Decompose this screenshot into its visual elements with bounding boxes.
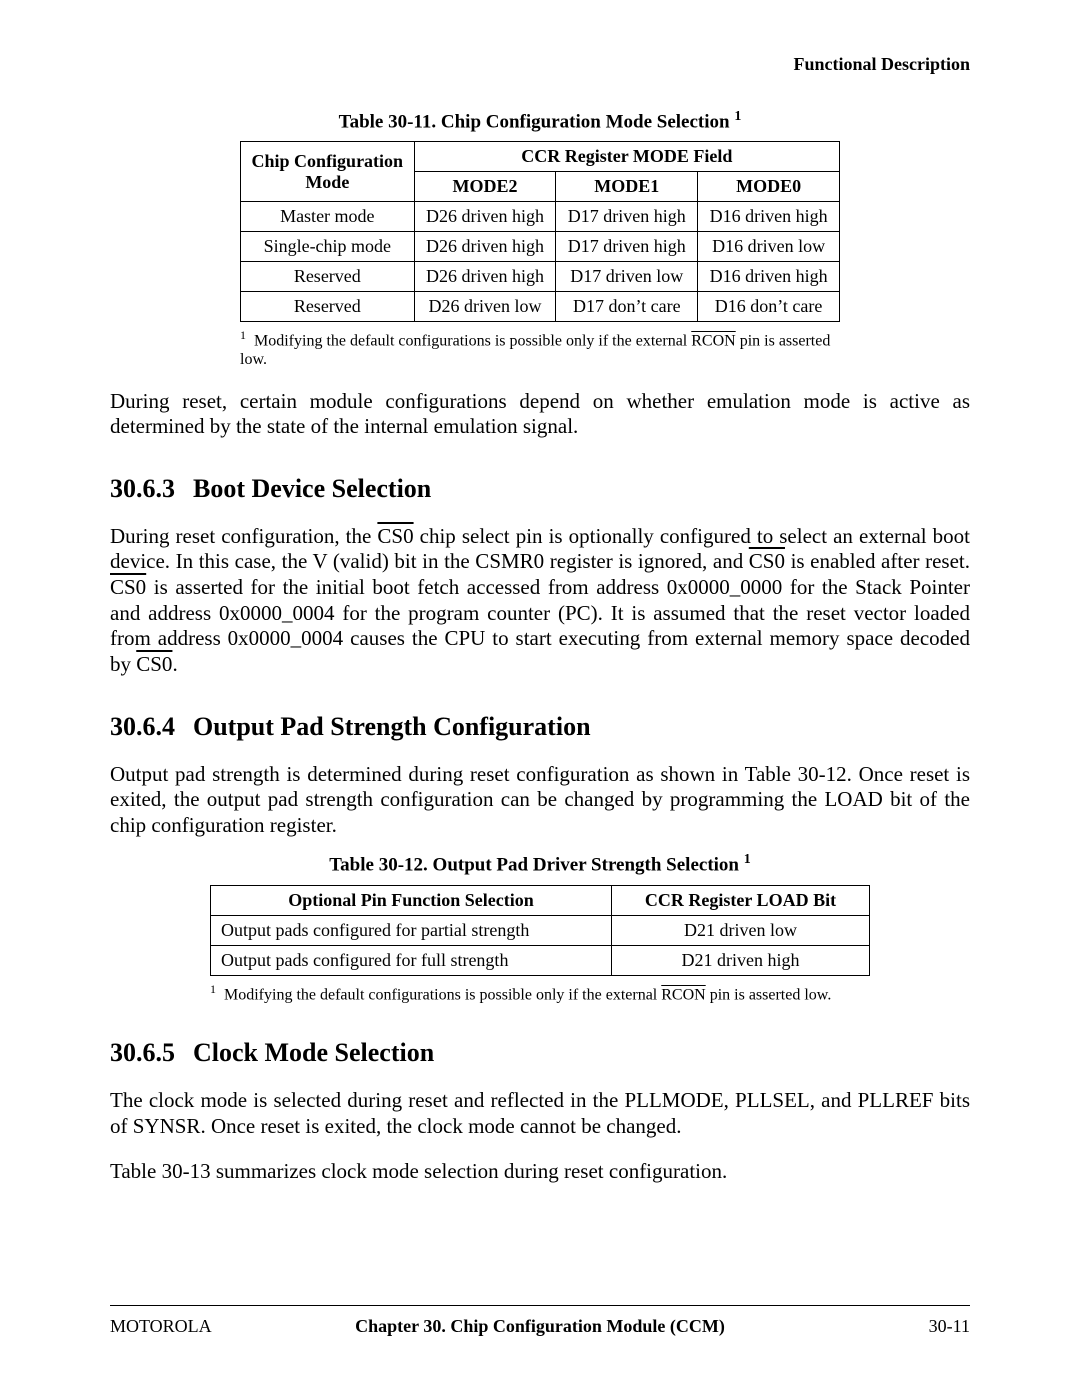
table-row: Reserved D26 driven high D17 driven low … bbox=[241, 262, 840, 292]
table1-caption-sup: 1 bbox=[734, 109, 741, 124]
signal-cs0: CS0 bbox=[110, 575, 146, 599]
table1-h-mode: Chip Configuration Mode bbox=[241, 142, 415, 202]
paragraph: During reset configuration, the CS0 chip… bbox=[110, 524, 970, 678]
para-text: . bbox=[172, 652, 177, 676]
table1-cell: D16 driven low bbox=[698, 232, 840, 262]
para-text: During reset configuration, the bbox=[110, 524, 377, 548]
table1-cell: D16 don’t care bbox=[698, 292, 840, 322]
table1-cell: D17 driven high bbox=[556, 202, 698, 232]
table2-cell: Output pads configured for full strength bbox=[211, 945, 612, 975]
table2-h1: Optional Pin Function Selection bbox=[211, 885, 612, 915]
section-number: 30.6.4 bbox=[110, 712, 175, 742]
table2: Optional Pin Function Selection CCR Regi… bbox=[210, 885, 870, 976]
paragraph: During reset, certain module configurati… bbox=[110, 389, 970, 440]
table1: Chip Configuration Mode CCR Register MOD… bbox=[240, 141, 840, 322]
page: Functional Description Table 30-11. Chip… bbox=[0, 0, 1080, 1397]
table2-h2: CCR Register LOAD Bit bbox=[612, 885, 870, 915]
table2-footnote: 1 Modifying the default configurations i… bbox=[210, 982, 870, 1004]
table-row: Output pads configured for partial stren… bbox=[211, 915, 870, 945]
section-heading: 30.6.4 Output Pad Strength Configuration bbox=[110, 712, 970, 742]
footnote-signal: RCON bbox=[661, 986, 705, 1003]
table1-cell: D17 don’t care bbox=[556, 292, 698, 322]
footnote-signal: RCON bbox=[691, 333, 735, 350]
table-row: Chip Configuration Mode CCR Register MOD… bbox=[241, 142, 840, 172]
table1-h-sub1: MODE1 bbox=[556, 172, 698, 202]
table1-caption: Table 30-11. Chip Configuration Mode Sel… bbox=[110, 109, 970, 133]
section-title: Output Pad Strength Configuration bbox=[193, 712, 591, 741]
table1-h-sub0: MODE2 bbox=[414, 172, 556, 202]
footnote-text: Modifying the default configurations is … bbox=[224, 986, 661, 1003]
signal-cs0: CS0 bbox=[136, 652, 172, 676]
table1-cell: D26 driven high bbox=[414, 202, 556, 232]
table1-cell: D26 driven high bbox=[414, 262, 556, 292]
table2-caption: Table 30-12. Output Pad Driver Strength … bbox=[110, 852, 970, 876]
section-title: Clock Mode Selection bbox=[193, 1038, 434, 1067]
para-text: is enabled after reset. bbox=[785, 549, 970, 573]
table2-cell: D21 driven high bbox=[612, 945, 870, 975]
table1-cell: Master mode bbox=[241, 202, 415, 232]
paragraph: Table 30-13 summarizes clock mode select… bbox=[110, 1159, 970, 1185]
paragraph: The clock mode is selected during reset … bbox=[110, 1088, 970, 1139]
table2-cell: D21 driven low bbox=[612, 915, 870, 945]
table1-cell: D17 driven low bbox=[556, 262, 698, 292]
signal-cs0: CS0 bbox=[377, 524, 413, 548]
table2-cell: Output pads configured for partial stren… bbox=[211, 915, 612, 945]
table2-caption-text: Table 30-12. Output Pad Driver Strength … bbox=[329, 855, 744, 876]
table1-cell: D17 driven high bbox=[556, 232, 698, 262]
table1-cell: D16 driven high bbox=[698, 262, 840, 292]
page-footer: MOTOROLA Chapter 30. Chip Configuration … bbox=[110, 1305, 970, 1337]
paragraph: Output pad strength is determined during… bbox=[110, 762, 970, 839]
table1-footnote: 1 Modifying the default configurations i… bbox=[240, 328, 840, 368]
footnote-text: pin is asserted low. bbox=[706, 986, 832, 1003]
para-text: is asserted for the initial boot fetch a… bbox=[110, 575, 970, 676]
table1-cell: Reserved bbox=[241, 292, 415, 322]
footer-left: MOTOROLA bbox=[110, 1316, 250, 1337]
section-number: 30.6.5 bbox=[110, 1038, 175, 1068]
section-title: Boot Device Selection bbox=[193, 474, 431, 503]
running-header: Functional Description bbox=[110, 54, 970, 75]
section-heading: 30.6.3 Boot Device Selection bbox=[110, 474, 970, 504]
table-row: Master mode D26 driven high D17 driven h… bbox=[241, 202, 840, 232]
footer-right: 30-11 bbox=[830, 1316, 970, 1337]
table1-h-ccr: CCR Register MODE Field bbox=[414, 142, 839, 172]
table-row: Output pads configured for full strength… bbox=[211, 945, 870, 975]
table1-cell: Single-chip mode bbox=[241, 232, 415, 262]
table-row: Single-chip mode D26 driven high D17 dri… bbox=[241, 232, 840, 262]
table1-cell: D26 driven high bbox=[414, 232, 556, 262]
table1-cell: D16 driven high bbox=[698, 202, 840, 232]
table2-caption-sup: 1 bbox=[744, 852, 751, 867]
section-number: 30.6.3 bbox=[110, 474, 175, 504]
footnote-text: Modifying the default configurations is … bbox=[254, 333, 691, 350]
signal-cs0: CS0 bbox=[749, 549, 785, 573]
footer-center: Chapter 30. Chip Configuration Module (C… bbox=[250, 1316, 830, 1337]
section-heading: 30.6.5 Clock Mode Selection bbox=[110, 1038, 970, 1068]
table-row: Reserved D26 driven low D17 don’t care D… bbox=[241, 292, 840, 322]
table1-caption-text: Table 30-11. Chip Configuration Mode Sel… bbox=[339, 111, 735, 132]
table1-cell: Reserved bbox=[241, 262, 415, 292]
table-row: Optional Pin Function Selection CCR Regi… bbox=[211, 885, 870, 915]
table1-h-sub2: MODE0 bbox=[698, 172, 840, 202]
table1-cell: D26 driven low bbox=[414, 292, 556, 322]
